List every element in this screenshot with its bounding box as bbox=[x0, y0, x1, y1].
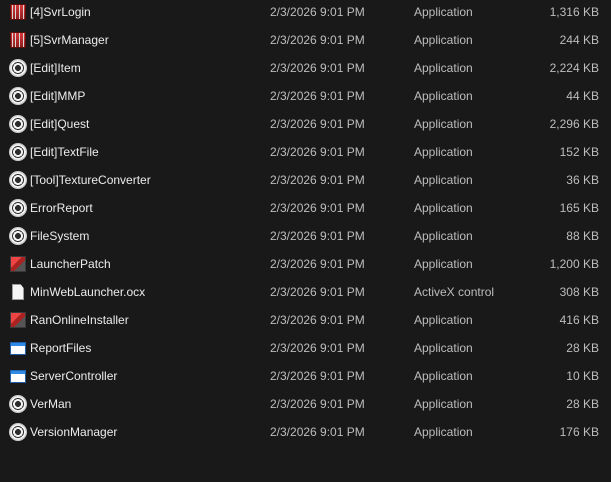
gear-app-icon bbox=[10, 396, 26, 412]
file-type: Application bbox=[414, 313, 473, 327]
gear-app-icon bbox=[10, 200, 26, 216]
file-type: Application bbox=[414, 89, 473, 103]
file-size: 308 KB bbox=[559, 285, 599, 299]
file-date: 2/3/2026 9:01 PM bbox=[270, 173, 365, 187]
file-date: 2/3/2026 9:01 PM bbox=[270, 341, 365, 355]
gear-app-icon bbox=[10, 228, 26, 244]
file-size: 244 KB bbox=[559, 33, 599, 47]
file-date: 2/3/2026 9:01 PM bbox=[270, 257, 365, 271]
file-size: 416 KB bbox=[559, 313, 599, 327]
file-type: Application bbox=[414, 145, 473, 159]
file-name: ReportFiles bbox=[30, 341, 92, 355]
file-name: [Tool]TextureConverter bbox=[30, 173, 151, 187]
file-size: 1,200 KB bbox=[549, 257, 599, 271]
file-type: ActiveX control bbox=[414, 285, 495, 299]
file-row[interactable]: [Edit]MMP 2/3/2026 9:01 PM Application 4… bbox=[0, 84, 611, 112]
file-row[interactable]: VerMan 2/3/2026 9:01 PM Application 28 K… bbox=[0, 392, 611, 420]
file-type: Application bbox=[414, 201, 473, 215]
file-size: 44 KB bbox=[566, 89, 599, 103]
file-size: 2,224 KB bbox=[549, 61, 599, 75]
file-row[interactable]: [Edit]TextFile 2/3/2026 9:01 PM Applicat… bbox=[0, 140, 611, 168]
file-type: Application bbox=[414, 425, 473, 439]
file-size: 28 KB bbox=[566, 341, 599, 355]
file-date: 2/3/2026 9:01 PM bbox=[270, 201, 365, 215]
file-size: 176 KB bbox=[559, 425, 599, 439]
file-type: Application bbox=[414, 397, 473, 411]
file-name: MinWebLauncher.ocx bbox=[30, 285, 146, 299]
file-row[interactable]: [Edit]Quest 2/3/2026 9:01 PM Application… bbox=[0, 112, 611, 140]
gear-app-icon bbox=[10, 144, 26, 160]
window-app-icon bbox=[10, 370, 26, 383]
file-name: [Edit]MMP bbox=[30, 89, 86, 103]
gear-app-icon bbox=[10, 172, 26, 188]
file-row[interactable]: RanOnlineInstaller 2/3/2026 9:01 PM Appl… bbox=[0, 308, 611, 336]
file-type: Application bbox=[414, 173, 473, 187]
file-type: Application bbox=[414, 257, 473, 271]
file-type: Application bbox=[414, 5, 473, 19]
file-size: 88 KB bbox=[566, 229, 599, 243]
file-date: 2/3/2026 9:01 PM bbox=[270, 285, 365, 299]
file-name: RanOnlineInstaller bbox=[30, 313, 129, 327]
gear-app-icon bbox=[10, 424, 26, 440]
file-row[interactable]: [Edit]Item 2/3/2026 9:01 PM Application … bbox=[0, 56, 611, 84]
file-size: 28 KB bbox=[566, 397, 599, 411]
file-date: 2/3/2026 9:01 PM bbox=[270, 369, 365, 383]
red-app-icon bbox=[10, 32, 26, 48]
file-row[interactable]: MinWebLauncher.ocx 2/3/2026 9:01 PM Acti… bbox=[0, 280, 611, 308]
file-name: FileSystem bbox=[30, 229, 90, 243]
red-app-icon bbox=[10, 4, 26, 20]
file-type: Application bbox=[414, 33, 473, 47]
file-date: 2/3/2026 9:01 PM bbox=[270, 61, 365, 75]
file-name: [Edit]Item bbox=[30, 61, 81, 75]
file-type: Application bbox=[414, 61, 473, 75]
window-app-icon bbox=[10, 342, 26, 355]
file-row[interactable]: [4]SvrLogin 2/3/2026 9:01 PM Application… bbox=[0, 0, 611, 28]
file-date: 2/3/2026 9:01 PM bbox=[270, 89, 365, 103]
file-name: LauncherPatch bbox=[30, 257, 111, 271]
file-type: Application bbox=[414, 369, 473, 383]
file-name: ServerController bbox=[30, 369, 118, 383]
file-name: VersionManager bbox=[30, 425, 118, 439]
file-date: 2/3/2026 9:01 PM bbox=[270, 33, 365, 47]
file-date: 2/3/2026 9:01 PM bbox=[270, 229, 365, 243]
gear-app-icon bbox=[10, 60, 26, 76]
file-row[interactable]: [Tool]TextureConverter 2/3/2026 9:01 PM … bbox=[0, 168, 611, 196]
file-size: 1,316 KB bbox=[549, 5, 599, 19]
file-date: 2/3/2026 9:01 PM bbox=[270, 145, 365, 159]
file-row[interactable]: ReportFiles 2/3/2026 9:01 PM Application… bbox=[0, 336, 611, 364]
file-size: 165 KB bbox=[559, 201, 599, 215]
file-icon bbox=[12, 284, 24, 300]
gear-app-icon bbox=[10, 88, 26, 104]
file-type: Application bbox=[414, 341, 473, 355]
file-size: 36 KB bbox=[566, 173, 599, 187]
installer-app-icon bbox=[10, 312, 26, 328]
file-name: [5]SvrManager bbox=[30, 33, 109, 47]
file-type: Application bbox=[414, 117, 473, 131]
file-type: Application bbox=[414, 229, 473, 243]
file-row[interactable]: VersionManager 2/3/2026 9:01 PM Applicat… bbox=[0, 420, 611, 448]
file-name: [4]SvrLogin bbox=[30, 5, 91, 19]
file-row[interactable]: ServerController 2/3/2026 9:01 PM Applic… bbox=[0, 364, 611, 392]
file-date: 2/3/2026 9:01 PM bbox=[270, 117, 365, 131]
file-row[interactable]: LauncherPatch 2/3/2026 9:01 PM Applicati… bbox=[0, 252, 611, 280]
file-date: 2/3/2026 9:01 PM bbox=[270, 313, 365, 327]
file-size: 10 KB bbox=[566, 369, 599, 383]
file-size: 2,296 KB bbox=[549, 117, 599, 131]
installer-app-icon bbox=[10, 256, 26, 272]
file-row[interactable]: [5]SvrManager 2/3/2026 9:01 PM Applicati… bbox=[0, 28, 611, 56]
file-date: 2/3/2026 9:01 PM bbox=[270, 425, 365, 439]
file-name: ErrorReport bbox=[30, 201, 93, 215]
file-name: [Edit]TextFile bbox=[30, 145, 99, 159]
file-row[interactable]: FileSystem 2/3/2026 9:01 PM Application … bbox=[0, 224, 611, 252]
file-name: [Edit]Quest bbox=[30, 117, 90, 131]
file-name: VerMan bbox=[30, 397, 72, 411]
gear-app-icon bbox=[10, 116, 26, 132]
file-date: 2/3/2026 9:01 PM bbox=[270, 5, 365, 19]
file-size: 152 KB bbox=[559, 145, 599, 159]
file-list: [4]SvrLogin 2/3/2026 9:01 PM Application… bbox=[0, 0, 611, 448]
file-row[interactable]: ErrorReport 2/3/2026 9:01 PM Application… bbox=[0, 196, 611, 224]
file-date: 2/3/2026 9:01 PM bbox=[270, 397, 365, 411]
